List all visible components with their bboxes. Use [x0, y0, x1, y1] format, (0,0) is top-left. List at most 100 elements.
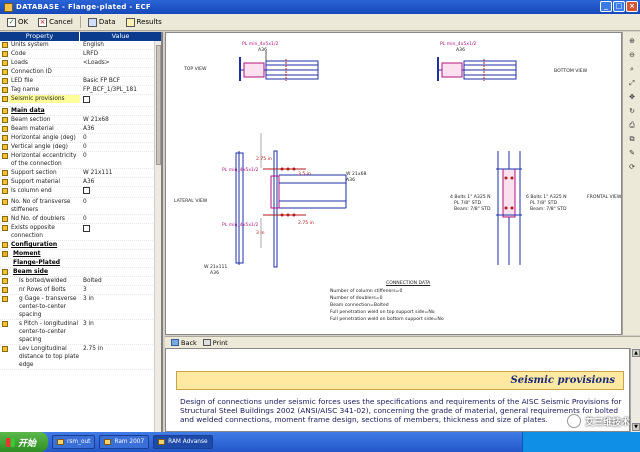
prop-row[interactable]: Beam material A36 [0, 125, 161, 134]
prop-value[interactable]: W 21x68 [80, 116, 161, 124]
prop-row[interactable]: Support material A36 [0, 178, 161, 187]
dimension-1: 3.5 in [298, 172, 311, 177]
cancel-button[interactable]: × Cancel [35, 16, 76, 29]
print-button[interactable]: Print [202, 338, 228, 347]
property-icon [1, 78, 8, 84]
prop-value[interactable]: A36 [80, 125, 161, 133]
prop-row[interactable]: Nd No. of doublers 0 [0, 215, 161, 224]
prop-row[interactable]: Support section W 21x111 [0, 169, 161, 178]
refresh-icon[interactable]: ⟳ [627, 162, 637, 172]
prop-row[interactable]: Vertical angle (deg) 0 [0, 143, 161, 152]
prop-value[interactable]: 3 in [80, 295, 161, 303]
minimize-button[interactable]: _ [600, 1, 612, 12]
section-moment[interactable]: Moment [0, 250, 161, 259]
section-main-data[interactable]: Main data [0, 107, 161, 116]
section-beam-side[interactable]: Beam side [0, 268, 161, 277]
prop-value[interactable]: 2.75 in [80, 345, 161, 353]
drawing-canvas[interactable]: PL min_4x5x1/2 A36 TOP VIEW PL min_4x5x1… [165, 32, 622, 335]
dimension-3: 2.75 in [256, 157, 272, 162]
watermark: 艾三维技术 [566, 414, 630, 428]
prop-row[interactable]: No. No of transverse stiffeners 0 [0, 198, 161, 215]
taskbar-item[interactable]: Ram 2007 [99, 435, 150, 449]
prop-value[interactable]: 0 [80, 143, 161, 151]
prop-value[interactable]: Bolted [80, 277, 161, 285]
zoom-fit-icon[interactable]: ⤢ [627, 78, 637, 88]
prop-row[interactable]: Horizontal angle (deg) 0 [0, 134, 161, 143]
column-end-checkbox[interactable] [83, 187, 90, 194]
scroll-up-icon[interactable]: ▲ [632, 349, 640, 357]
prop-value[interactable]: A36 [80, 178, 161, 186]
results-button[interactable]: Results [123, 16, 165, 29]
prop-row-seismic[interactable]: Seismic provisions [0, 95, 161, 107]
property-icon [1, 42, 8, 48]
print-icon[interactable]: ⎙ [627, 120, 637, 130]
prop-row[interactable]: Loads <Loads> [0, 59, 161, 68]
scroll-down-icon[interactable]: ▼ [632, 423, 640, 431]
prop-row[interactable]: Horizontal eccentricity of the connectio… [0, 152, 161, 169]
bolts-label-2b: PL 7/8" STD [530, 201, 558, 206]
prop-value[interactable]: 0 [80, 215, 161, 223]
prop-value[interactable]: FP_BCF_1/3PL_181 [80, 86, 161, 94]
close-button[interactable]: × [626, 1, 638, 12]
start-label: 开始 [18, 438, 37, 449]
prop-row[interactable]: Exists opposite connection [0, 224, 161, 241]
property-icon [1, 346, 8, 352]
taskbar-item-active[interactable]: RAM Advanse [153, 435, 213, 449]
prop-name: nr Rows of Bolts [19, 287, 66, 293]
help-scrollbar[interactable]: ▲ ▼ [630, 348, 640, 432]
zoom-window-icon[interactable]: ⌕ [627, 64, 637, 74]
prop-row[interactable]: Connection ID [0, 68, 161, 77]
prop-row[interactable]: Is column end [0, 187, 161, 198]
prop-value[interactable]: 3 in [80, 320, 161, 328]
dimension-4: 3 in [256, 231, 265, 236]
prop-row[interactable]: s Pitch - longitudinal center-to-center … [0, 320, 161, 345]
copy-icon[interactable]: ⧉ [627, 134, 637, 144]
property-icon [1, 178, 8, 185]
prop-row[interactable]: Code LRFD [0, 50, 161, 59]
pan-icon[interactable]: ✥ [627, 92, 637, 102]
section-flange-plated[interactable]: Flange-Plated [0, 259, 161, 268]
task-label: Ram 2007 [114, 439, 145, 445]
property-icon [1, 287, 8, 293]
connection-data-line: Full penetration weld on top support sid… [330, 310, 435, 315]
back-button[interactable]: Back [171, 339, 197, 347]
prop-row[interactable]: Beam section W 21x68 [0, 116, 161, 125]
prop-value[interactable]: English [80, 41, 161, 49]
header-property: Property [0, 32, 80, 41]
prop-value[interactable]: 0 [80, 198, 161, 206]
scrollbar-thumb[interactable] [156, 45, 161, 165]
maximize-button[interactable]: □ [613, 1, 625, 12]
seismic-checkbox[interactable] [83, 95, 90, 103]
prop-row[interactable]: Is bolted/welded Bolted [0, 277, 161, 286]
prop-value[interactable]: W 21x111 [80, 169, 161, 177]
taskbar-item[interactable]: rsm_out [52, 435, 96, 449]
ok-button[interactable]: ✓ OK [4, 16, 31, 29]
prop-row[interactable]: Units system English [0, 41, 161, 50]
prop-value[interactable]: Basic FP BCF [80, 77, 161, 85]
prop-row[interactable]: nr Rows of Bolts 3 [0, 286, 161, 295]
prop-value[interactable]: <Loads> [80, 59, 161, 67]
prop-value[interactable]: 0 [80, 152, 161, 160]
prop-row[interactable]: LED file Basic FP BCF [0, 77, 161, 86]
print-label: Print [212, 338, 228, 347]
zoom-out-icon[interactable]: ⊖ [627, 50, 637, 60]
start-button[interactable]: 开始 [0, 432, 48, 452]
opposite-connection-checkbox[interactable] [83, 224, 90, 232]
property-icon [1, 116, 8, 123]
property-icon [1, 125, 8, 132]
property-scrollbar[interactable] [154, 41, 161, 432]
zoom-in-icon[interactable]: ⊕ [627, 36, 637, 46]
rotate-icon[interactable]: ↻ [627, 106, 637, 116]
data-button[interactable]: Data [85, 16, 119, 29]
prop-value[interactable]: 3 [80, 286, 161, 294]
prop-value[interactable]: 0 [80, 134, 161, 142]
prop-row[interactable]: Lev Longitudinal distance to top plate e… [0, 345, 161, 370]
section-configuration[interactable]: Configuration [0, 241, 161, 250]
connection-data-line: Full penetration weld on bottom support … [330, 317, 444, 322]
property-icon [1, 87, 8, 93]
prop-value[interactable]: LRFD [80, 50, 161, 58]
prop-row[interactable]: Tag name FP_BCF_1/3PL_181 [0, 86, 161, 95]
property-icon [1, 321, 8, 327]
edit-icon[interactable]: ✎ [627, 148, 637, 158]
prop-row[interactable]: g Gage - transverse center-to-center spa… [0, 295, 161, 320]
